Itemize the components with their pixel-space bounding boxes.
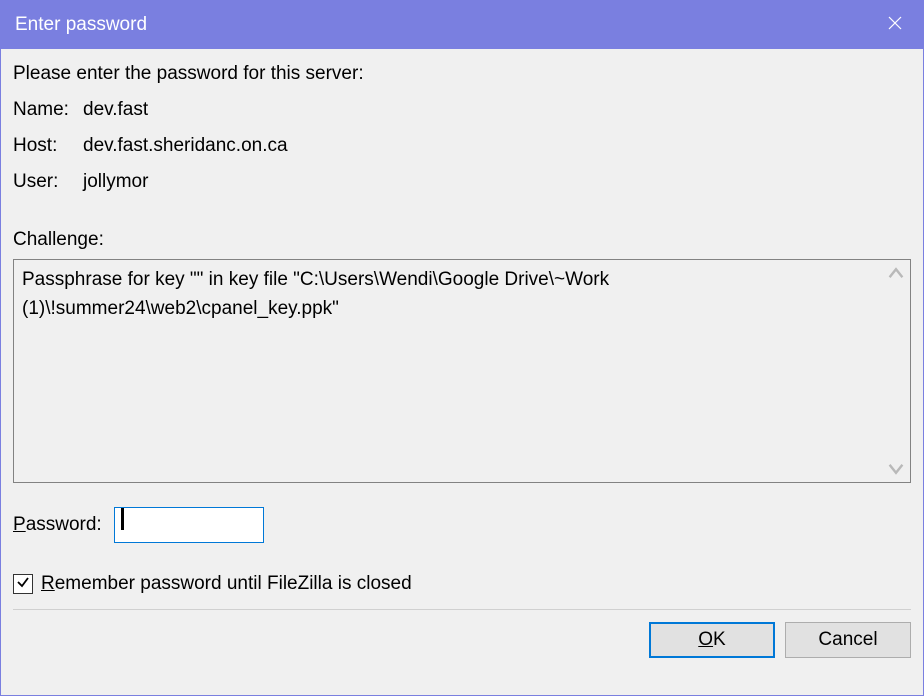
host-row: Host: dev.fast.sheridanc.on.ca xyxy=(13,135,911,157)
button-row: OK Cancel xyxy=(13,622,911,662)
host-label: Host: xyxy=(13,135,83,157)
remember-row: Remember password until FileZilla is clo… xyxy=(13,573,911,595)
dialog-window: Enter password Please enter the password… xyxy=(0,0,924,696)
scroll-down-icon xyxy=(888,460,904,476)
challenge-textarea[interactable]: Passphrase for key "" in key file "C:\Us… xyxy=(13,259,911,483)
close-icon xyxy=(888,14,902,36)
window-title: Enter password xyxy=(15,14,147,36)
titlebar: Enter password xyxy=(1,1,923,49)
password-row: Password: xyxy=(13,507,911,543)
name-row: Name: dev.fast xyxy=(13,99,911,121)
challenge-text: Passphrase for key "" in key file "C:\Us… xyxy=(22,269,609,319)
remember-label: Remember password until FileZilla is clo… xyxy=(41,573,412,595)
prompt-text: Please enter the password for this serve… xyxy=(13,63,911,85)
password-input[interactable] xyxy=(114,507,264,543)
user-value: jollymor xyxy=(83,171,148,193)
password-label: Password: xyxy=(13,514,102,536)
separator xyxy=(13,609,911,610)
text-caret xyxy=(121,508,124,530)
host-value: dev.fast.sheridanc.on.ca xyxy=(83,135,288,157)
scroll-up-icon xyxy=(888,266,904,282)
close-button[interactable] xyxy=(867,1,923,49)
name-label: Name: xyxy=(13,99,83,121)
user-row: User: jollymor xyxy=(13,171,911,193)
user-label: User: xyxy=(13,171,83,193)
ok-button[interactable]: OK xyxy=(649,622,775,658)
check-icon xyxy=(16,573,30,595)
remember-checkbox[interactable] xyxy=(13,574,33,594)
name-value: dev.fast xyxy=(83,99,148,121)
challenge-label: Challenge: xyxy=(13,229,911,251)
dialog-body: Please enter the password for this serve… xyxy=(1,49,923,695)
cancel-button[interactable]: Cancel xyxy=(785,622,911,658)
